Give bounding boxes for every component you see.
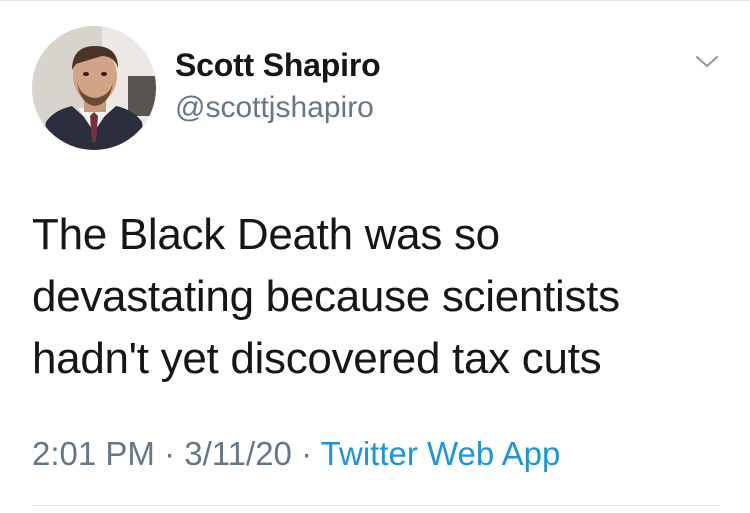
avatar-photo	[32, 26, 156, 150]
author-display-name[interactable]: Scott Shapiro	[175, 46, 381, 84]
avatar[interactable]	[32, 26, 156, 150]
tweet-author[interactable]: Scott Shapiro @scottjshapiro	[175, 46, 381, 126]
tweet-text-line: devastating because scientists	[32, 272, 620, 321]
chevron-down-icon	[696, 56, 718, 67]
meta-separator: ·	[301, 435, 313, 472]
tweet-text-line: hadn't yet discovered tax cuts	[32, 334, 602, 383]
tweet-text: The Black Death was so devastating becau…	[32, 204, 722, 390]
tweet-date[interactable]: 3/11/20	[184, 435, 292, 472]
tweet-time[interactable]: 2:01 PM	[32, 435, 155, 472]
top-divider	[0, 0, 750, 1]
tweet-card: Scott Shapiro @scottjshapiro The Black D…	[0, 0, 750, 513]
tweet-meta: 2:01 PM · 3/11/20 · Twitter Web App	[32, 434, 560, 474]
more-menu-button[interactable]	[692, 50, 722, 74]
bottom-divider	[32, 505, 720, 506]
meta-separator: ·	[164, 435, 176, 472]
author-handle[interactable]: @scottjshapiro	[175, 90, 380, 126]
tweet-text-line: The Black Death was so	[32, 210, 500, 259]
tweet-source-link[interactable]: Twitter Web App	[321, 435, 561, 472]
